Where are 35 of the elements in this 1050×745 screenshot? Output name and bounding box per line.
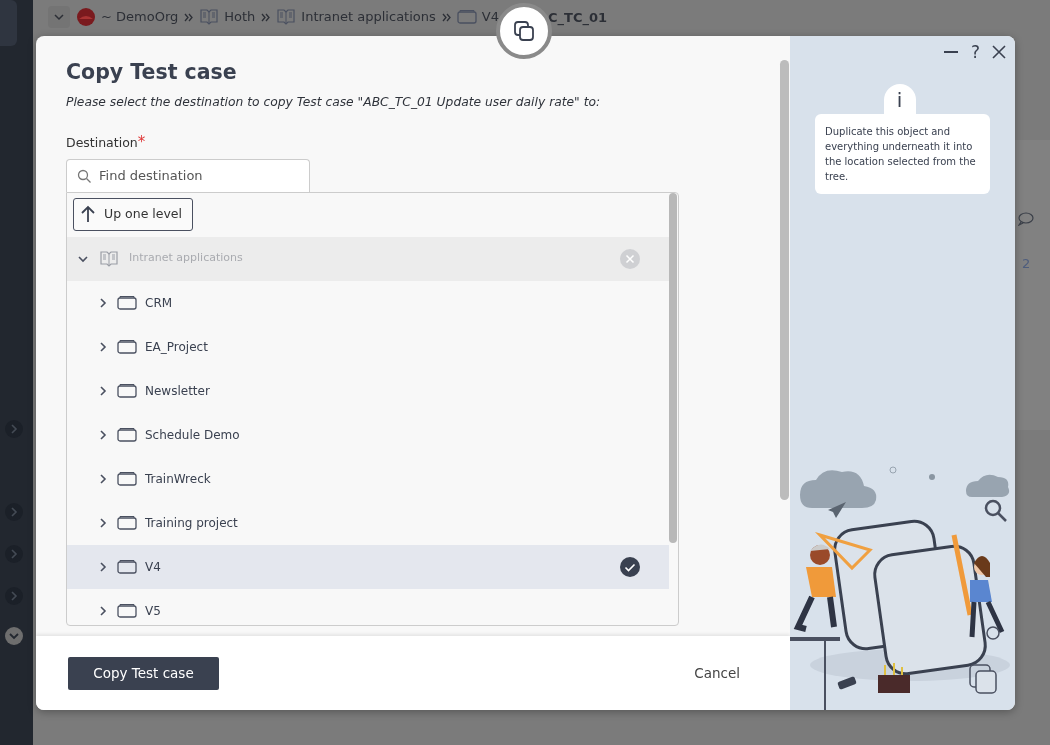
copy-button[interactable]: Copy Test case	[68, 656, 219, 690]
org-logo-icon	[76, 7, 96, 27]
comment-icon	[1018, 212, 1034, 226]
book-icon	[99, 248, 119, 269]
folder-icon	[117, 601, 137, 620]
folder-icon	[117, 381, 137, 400]
folder-icon	[117, 513, 137, 532]
scrollbar[interactable]	[780, 60, 789, 500]
dialog-title: Copy Test case	[66, 60, 238, 85]
up-one-level-button[interactable]: Up one level	[73, 197, 193, 231]
search-icon	[77, 168, 91, 183]
info-badge: i	[883, 84, 916, 114]
arrow-up-icon	[80, 205, 96, 224]
book-icon	[199, 7, 220, 27]
double-chevron-icon	[184, 12, 194, 22]
search-field[interactable]: Find destination	[66, 158, 310, 192]
folder-icon	[456, 8, 477, 26]
folder-icon	[117, 557, 137, 576]
required-mark: *	[137, 133, 146, 152]
double-chevron-icon	[261, 12, 271, 22]
folder-icon	[117, 293, 137, 312]
check-icon	[620, 556, 640, 577]
scrollbar[interactable]	[669, 192, 677, 543]
folder-icon	[117, 425, 137, 444]
destination-label: Destination	[66, 135, 138, 151]
folder-icon	[117, 337, 137, 356]
double-chevron-icon	[441, 12, 451, 22]
close-icon[interactable]	[992, 45, 1006, 59]
book-icon	[276, 7, 297, 27]
folder-icon	[117, 469, 137, 488]
chevron-down-icon[interactable]	[5, 627, 23, 645]
info-text: Duplicate this object and everything underneath it into the location selected from the tree.	[815, 114, 990, 194]
instruction-text: Please select the destination to copy Test case "ABC_TC_01 Update user daily rate" to:	[66, 93, 602, 111]
help-button[interactable]: ?	[970, 43, 980, 61]
cancel-button[interactable]: Cancel	[694, 662, 740, 684]
